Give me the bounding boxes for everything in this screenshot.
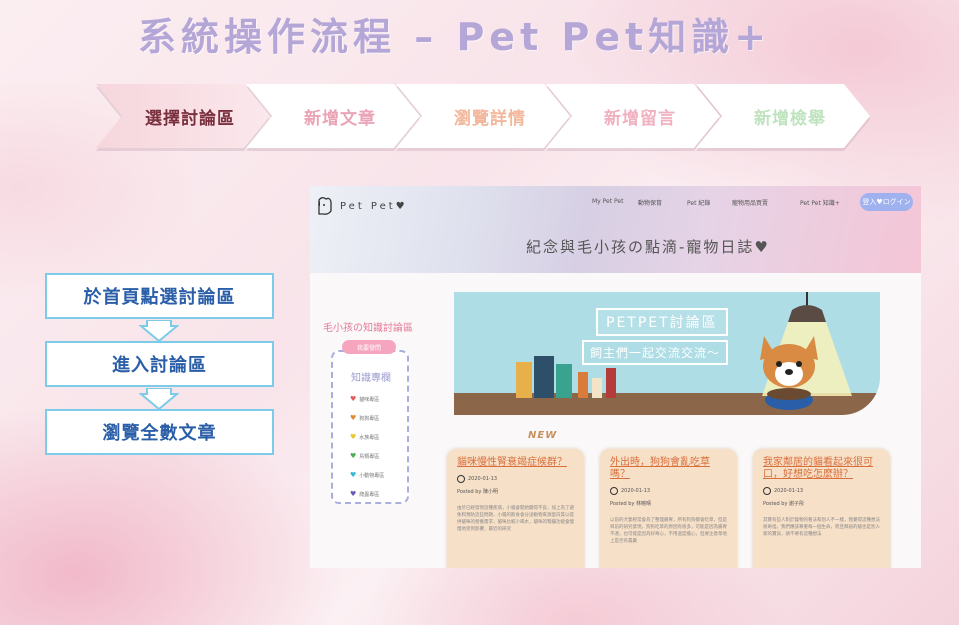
login-button[interactable]: 登入♥ログイン <box>860 193 913 211</box>
sidebar-item-bird[interactable]: ♥ 鳥類專區 <box>350 452 379 460</box>
nav-knowledge[interactable]: Pet Pet 知識+ <box>800 198 840 207</box>
post-card[interactable]: 貓咪慢性腎衰竭症候群？ 2020-01-13 Posted by 陳小明 由於已… <box>447 449 584 568</box>
post-excerpt: 以前的犬隻經常會為了整理腸胃，所有狗狗都會吃草，但是目前的研究發現，狗狗吃草的原… <box>610 518 727 544</box>
column-title: 知識專欄 <box>351 373 391 384</box>
flow-step-1: 於首頁點選討論區 <box>45 273 274 319</box>
banner-title: PETPET討論區 <box>596 308 728 336</box>
website-screenshot: Pet Pet♥ My Pet Pet 動物保育 Pet 紀錄 寵物用品買賣 P… <box>310 186 921 568</box>
banner-subtitle: 飼主們一起交流交流～ <box>582 340 729 365</box>
flow-step-3: 瀏覽全數文章 <box>45 409 274 455</box>
post-author: Posted by 陳小明 <box>457 489 499 495</box>
clock-icon <box>610 487 618 495</box>
process-steps: 選擇討論區 新增文章 瀏覽詳情 新增留言 新增檢舉 <box>96 84 886 151</box>
clock-icon <box>457 475 465 483</box>
knowledge-column-box: 知識專欄 ♥ 貓咪專區 ♥ 狗狗專區 ♥ 水族專區 ♥ 鳥類專區 ♥ 小動物專區 ♥ 爬蟲專… <box>331 350 409 504</box>
post-title[interactable]: 外出時，狗狗會亂吃草嗎？ <box>610 457 727 481</box>
sidebar-item-reptile[interactable]: ♥ 爬蟲專區 <box>350 490 379 498</box>
hero-header: Pet Pet♥ My Pet Pet 動物保育 Pet 紀錄 寵物用品買賣 P… <box>310 186 921 273</box>
post-card[interactable]: 外出時，狗狗會亂吃草嗎？ 2020-01-13 Posted by 林曉晴 以前… <box>600 449 737 568</box>
step-view-detail: 瀏覽詳情 <box>396 84 570 148</box>
post-title[interactable]: 貓咪慢性腎衰竭症候群？ <box>457 457 574 469</box>
post-excerpt: 其實有些人對於寵物的看法和別人不一樣，我覺得這種想法很奇怪，我們應該尊重每一個生… <box>763 518 880 537</box>
post-author: Posted by 林曉晴 <box>610 501 652 507</box>
site-logo[interactable]: Pet Pet♥ <box>316 196 408 216</box>
nav-my-pet[interactable]: My Pet Pet <box>592 198 623 205</box>
down-arrow-icon <box>139 388 179 410</box>
nav-records[interactable]: Pet 紀錄 <box>687 198 710 207</box>
post-date: 2020-01-13 <box>457 475 574 483</box>
sidebar-item-cat[interactable]: ♥ 貓咪專區 <box>350 395 379 403</box>
heart-icon: ♥ <box>350 490 357 498</box>
nav-conservation[interactable]: 動物保育 <box>638 198 662 207</box>
sidebar-item-small-animal[interactable]: ♥ 小動物專區 <box>350 471 384 479</box>
slide-title: 系統操作流程 – Pet Pet知識+ <box>138 15 772 59</box>
heart-icon: ♥ <box>350 414 357 422</box>
post-excerpt: 由於已經發現這種疾病，小貓會開始變得不良，加上為了避免和預防這些問題，小貓的飲食… <box>457 506 574 532</box>
step-add-post: 新增文章 <box>246 84 420 148</box>
heart-icon: ♥ <box>350 395 357 403</box>
post-card[interactable]: 我家鄰居的貓看起來很可口，好想吃怎麼辦？ 2020-01-13 Posted b… <box>753 449 890 568</box>
heart-icon: ♥ <box>350 452 357 460</box>
sidebar-item-dog[interactable]: ♥ 狗狗專區 <box>350 414 379 422</box>
corgi-icon <box>760 336 818 410</box>
post-date: 2020-01-13 <box>763 487 880 495</box>
flow-step-2: 進入討論區 <box>45 341 274 387</box>
dog-logo-icon <box>318 197 332 215</box>
hero-slogan: 紀念與毛小孩の點滴-寵物日誌♥ <box>526 238 770 256</box>
post-title[interactable]: 我家鄰居的貓看起來很可口，好想吃怎麼辦？ <box>763 457 880 481</box>
forum-banner: PETPET討論區 飼主們一起交流交流～ <box>454 292 880 415</box>
down-arrow-icon <box>139 320 179 342</box>
post-author: Posted by 謝子彤 <box>763 501 805 507</box>
post-date: 2020-01-13 <box>610 487 727 495</box>
sidebar-item-fish[interactable]: ♥ 水族專區 <box>350 433 379 441</box>
nav-shop[interactable]: 寵物用品買賣 <box>732 198 768 207</box>
heart-icon: ♥ <box>350 433 357 441</box>
new-question-button[interactable]: 我要發問 <box>342 340 396 354</box>
logo-text: Pet Pet♥ <box>340 200 408 212</box>
heart-icon: ♥ <box>350 471 357 479</box>
forum-sidebar-title: 毛小孩の知識討論區 <box>323 323 413 334</box>
clock-icon <box>763 487 771 495</box>
new-tag: NEW <box>528 430 558 441</box>
